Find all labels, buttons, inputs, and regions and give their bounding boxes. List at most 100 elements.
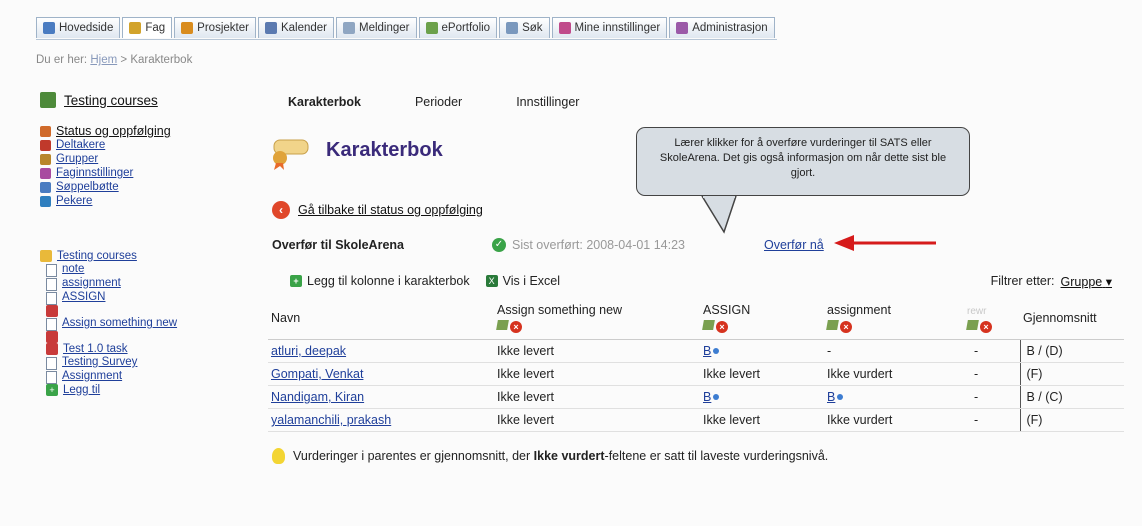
transfer-label: Overfør til SkoleArena [272, 238, 404, 252]
add-icon: + [46, 384, 58, 396]
note-text-bold: Ikke vurdert [533, 449, 605, 463]
grade-info-icon[interactable] [837, 394, 844, 400]
tree-root[interactable]: Testing courses [40, 250, 240, 263]
grade-cell: Ikke vurdert [824, 408, 964, 432]
column-header-label: ASSIGN [703, 303, 751, 317]
tree-item-label: note [62, 263, 85, 275]
column-header-average: Gjennomsnitt [1020, 300, 1124, 340]
gradebook-subnav: Karakterbok Perioder Innstillinger [288, 95, 579, 109]
nav-tab-s-k[interactable]: Søk [499, 17, 550, 38]
back-arrow-icon: ‹ [272, 201, 290, 219]
nav-tab-hovedside[interactable]: Hovedside [36, 17, 121, 38]
nav-tab-administrasjon[interactable]: Administrasjon [669, 17, 775, 38]
grade-cell: Ikke levert [494, 339, 700, 363]
column-header-assign-something-new: Assign something new × [494, 300, 700, 340]
subnav-tab-innstillinger[interactable]: Innstillinger [516, 95, 579, 109]
transfer-now-link[interactable]: Overfør nå [764, 238, 824, 252]
breadcrumb: Du er her: Hjem > Karakterbok [36, 54, 192, 66]
check-icon: ✓ [492, 238, 506, 252]
tree-item[interactable]: note [40, 263, 240, 277]
sidebar-link-item[interactable]: Søppelbøtte [40, 180, 240, 194]
column-header-label: Assign something new [497, 303, 623, 317]
student-name-link[interactable]: yalamanchili, prakash [268, 408, 494, 432]
add-column-button[interactable]: + Legg til kolonne i karakterbok [290, 274, 470, 288]
edit-icon[interactable] [966, 320, 979, 330]
sidebar-link-label: Status og oppfølging [56, 124, 171, 138]
grade-value: - [974, 367, 979, 381]
tree-item[interactable]: Assignment [40, 370, 240, 384]
sidebar-link-item[interactable]: Status og oppfølging [40, 124, 240, 138]
grade-cell: - [964, 362, 1020, 386]
tree-item-label: Test 1.0 task [63, 343, 128, 355]
breadcrumb-home-link[interactable]: Hjem [90, 54, 117, 66]
tree-item[interactable]: Assign something new [40, 317, 240, 331]
tree-root-label: Testing courses [57, 250, 137, 262]
page-title: Karakterbok [326, 138, 443, 161]
sidebar-link-item[interactable]: Pekere [40, 194, 240, 208]
nav-tab-mine-innstillinger[interactable]: Mine innstillinger [551, 17, 668, 38]
grade-cell[interactable]: B [824, 385, 964, 409]
delete-icon[interactable]: × [510, 321, 522, 333]
grade-value: Ikke vurdert [827, 367, 893, 381]
tree-item[interactable]: Testing Survey [40, 356, 240, 370]
delete-icon[interactable]: × [980, 321, 992, 333]
grade-cell: B / (C) [1019, 385, 1124, 409]
sidebar-course-title[interactable]: Testing courses [64, 93, 158, 108]
tree-item-label: Assign something new [62, 317, 178, 329]
back-to-status-link[interactable]: Gå tilbake til status og oppfølging [298, 203, 483, 217]
student-name-link[interactable]: atluri, deepak [268, 339, 494, 363]
status-icon [40, 125, 51, 137]
tree-item[interactable]: + Legg til [40, 384, 240, 397]
student-name-link[interactable]: Nandigam, Kiran [268, 385, 494, 409]
sidebar-link-item[interactable]: Faginnstillinger [40, 166, 240, 180]
subnav-tab-perioder[interactable]: Perioder [415, 95, 462, 109]
chevron-down-icon: ▾ [1105, 275, 1112, 289]
sidebar: Testing courses Status og oppfølging Delt… [40, 92, 240, 397]
grade-value: Ikke levert [497, 344, 554, 358]
tree-item[interactable]: assignment [40, 277, 240, 291]
grade-cell[interactable]: B [700, 385, 824, 409]
nav-tab-fag[interactable]: Fag [122, 17, 173, 38]
nav-tab-kalender[interactable]: Kalender [257, 17, 334, 38]
callout-note: Lærer klikker for å overføre vurderinger… [636, 127, 970, 196]
document-icon [46, 318, 57, 331]
grade-value: B [703, 390, 712, 404]
grade-cell[interactable]: B [700, 339, 824, 363]
sidebar-link-label: Grupper [56, 153, 99, 165]
projects-icon [181, 22, 194, 34]
tree-item [40, 331, 240, 343]
student-name: yalamanchili, prakash [271, 413, 392, 427]
column-header-label: rewr [967, 306, 987, 317]
grade-cell: (F) [1019, 408, 1124, 432]
edit-icon[interactable] [496, 320, 509, 330]
filter-dropdown[interactable]: Gruppe ▾ [1061, 274, 1112, 289]
delete-icon[interactable]: × [716, 321, 728, 333]
student-name: Nandigam, Kiran [271, 390, 365, 404]
grade-info-icon[interactable] [713, 394, 720, 400]
column-header-rewr: rewr × [964, 300, 1020, 340]
eportfolio-icon [425, 22, 438, 34]
view-excel-button[interactable]: X Vis i Excel [485, 274, 560, 288]
sidebar-course-links: Status og oppfølging Deltakere Grupper Fagi… [40, 124, 240, 208]
edit-icon[interactable] [702, 320, 715, 330]
tree-item[interactable]: Test 1.0 task [40, 343, 240, 356]
subnav-tab-karakterbok[interactable]: Karakterbok [288, 95, 361, 109]
nav-tab-meldinger[interactable]: Meldinger [336, 17, 417, 38]
messages-icon [343, 22, 355, 34]
grade-value: Ikke levert [703, 413, 760, 427]
sidebar-link-item[interactable]: Grupper [40, 152, 240, 166]
tree-item[interactable]: ASSIGN [40, 291, 240, 305]
edit-icon[interactable] [826, 320, 839, 330]
student-name-link[interactable]: Gompati, Venkat [268, 362, 494, 386]
nav-tab-label: Mine innstillinger [574, 22, 661, 34]
grade-info-icon[interactable] [713, 348, 720, 354]
grade-value: Ikke levert [497, 390, 554, 404]
grade-cell: Ikke levert [700, 362, 824, 386]
page-header: Karakterbok [268, 130, 443, 170]
document-icon [46, 371, 57, 384]
filter-value: Gruppe [1060, 275, 1103, 289]
delete-icon[interactable]: × [840, 321, 852, 333]
sidebar-link-item[interactable]: Deltakere [40, 138, 240, 152]
nav-tab-eportfolio[interactable]: ePortfolio [418, 17, 498, 38]
nav-tab-prosjekter[interactable]: Prosjekter [174, 17, 256, 38]
